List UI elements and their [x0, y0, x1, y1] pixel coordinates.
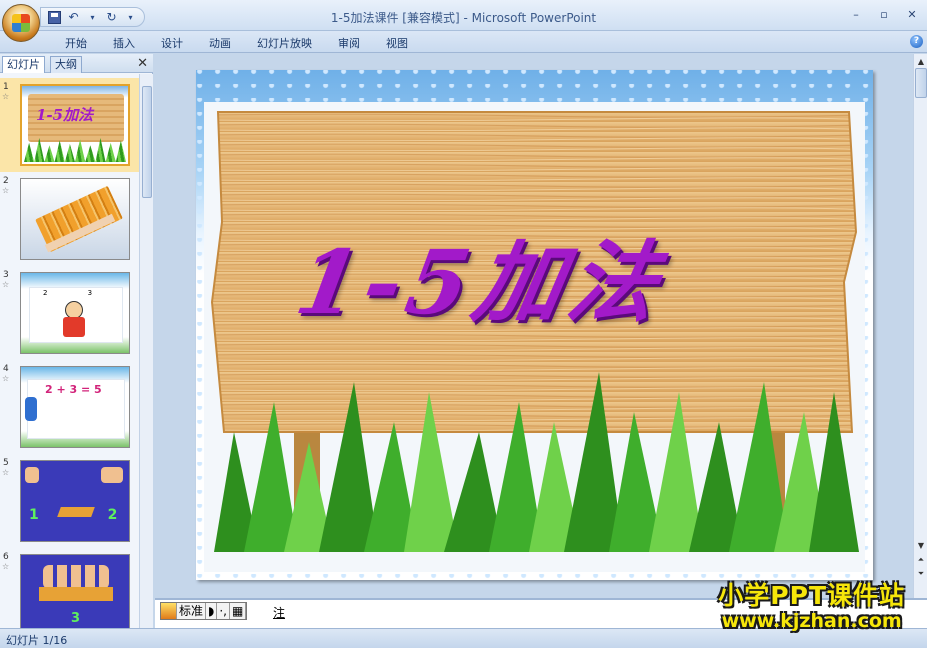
slide-thumbnail-6[interactable]: 6 ☆ 3: [0, 548, 139, 628]
thumbnail-title: 1-5加法: [36, 106, 94, 124]
window-controls: – ▫ ✕: [845, 6, 923, 22]
thumbnail-preview: 1 2: [20, 460, 130, 542]
slide-scrollbar[interactable]: ▲ ▼ ⏶ ⏷: [913, 54, 927, 598]
slide-thumbnail-2[interactable]: 2 ☆: [0, 172, 139, 266]
animation-star-icon: ☆: [2, 92, 10, 101]
minimize-button[interactable]: –: [845, 6, 867, 22]
thumbnail-number: 6: [3, 552, 9, 562]
restore-button[interactable]: ▫: [873, 6, 895, 22]
thumbnail-preview: 2 3: [20, 272, 130, 354]
thumbnail-number: 5: [3, 458, 9, 468]
scrollbar-thumb[interactable]: [915, 68, 927, 98]
animation-star-icon: ☆: [2, 468, 10, 477]
ime-mode[interactable]: 标准: [177, 603, 207, 619]
previous-slide-icon[interactable]: ⏶: [915, 554, 927, 566]
tab-slideshow[interactable]: 幻灯片放映: [244, 35, 325, 51]
half-width-icon[interactable]: ◗: [206, 603, 218, 619]
window-title: 1-5加法课件 [兼容模式] - Microsoft PowerPoint: [330, 11, 597, 25]
watermark-title: 小学PPT课件站: [718, 581, 905, 610]
close-button[interactable]: ✕: [901, 6, 923, 22]
slide-thumbnail-3[interactable]: 3 ☆ 2 3: [0, 266, 139, 360]
tab-review[interactable]: 审阅: [325, 35, 373, 51]
thumbnail-number-text: 3: [71, 611, 81, 626]
next-slide-icon[interactable]: ⏷: [915, 568, 927, 580]
thumbnail-number: 3: [3, 270, 9, 280]
help-icon[interactable]: ?: [910, 35, 923, 48]
scroll-up-icon[interactable]: ▲: [915, 56, 927, 68]
thumbnail-text: 2 3: [43, 289, 93, 297]
scroll-down-icon[interactable]: ▼: [915, 540, 927, 552]
office-logo-icon: [12, 14, 30, 32]
slides-panel: 幻灯片 大纲 ✕ 1 ☆ 1-5加法 2 ☆ 3 ☆ 2 3 4 ☆ 2 + 3…: [0, 54, 153, 628]
title-bar: ↶ ▾ ↻ ▾ 1-5加法课件 [兼容模式] - Microsoft Power…: [0, 0, 927, 31]
slide-thumbnail-5[interactable]: 5 ☆ 1 2: [0, 454, 139, 548]
slide-editing-area: 1-5加法: [155, 54, 913, 598]
animation-star-icon: ☆: [2, 374, 10, 383]
thumbnail-preview: 1-5加法: [20, 84, 130, 166]
animation-star-icon: ☆: [2, 280, 10, 289]
tab-design[interactable]: 设计: [148, 35, 196, 51]
thumbnail-numbers: 1 2: [29, 507, 118, 523]
thumbnail-equation: 2 + 3 = 5: [45, 383, 102, 396]
watermark: 小学PPT课件站 www.kjzhan.com: [718, 581, 905, 633]
tab-insert[interactable]: 插入: [100, 35, 148, 51]
thumbnail-number: 4: [3, 364, 9, 374]
scrollbar-thumb[interactable]: [142, 86, 152, 198]
slide-canvas[interactable]: 1-5加法: [196, 70, 873, 580]
tab-animations[interactable]: 动画: [196, 35, 244, 51]
thumbnail-preview: 3: [20, 554, 130, 628]
tab-outline[interactable]: 大纲: [50, 56, 82, 73]
panel-tabs: 幻灯片 大纲 ✕: [0, 54, 153, 73]
slide-title[interactable]: 1-5加法: [288, 212, 675, 339]
thumbnail-number: 1: [3, 82, 9, 92]
soft-keyboard-icon[interactable]: ▦: [230, 603, 247, 619]
animation-star-icon: ☆: [2, 562, 10, 571]
ribbon-tabs: 开始 插入 设计 动画 幻灯片放映 审阅 视图 ?: [0, 31, 927, 53]
thumbnail-number: 2: [3, 176, 9, 186]
tab-view[interactable]: 视图: [373, 35, 421, 51]
notes-text[interactable]: 注: [273, 604, 285, 621]
thumbnail-preview: 2 + 3 = 5: [20, 366, 130, 448]
slide-thumbnail-4[interactable]: 4 ☆ 2 + 3 = 5: [0, 360, 139, 454]
slide-frame: 1-5加法: [204, 102, 865, 572]
slide-thumbnail-1[interactable]: 1 ☆ 1-5加法: [0, 78, 139, 172]
punctuation-icon[interactable]: ·,: [217, 603, 230, 619]
close-panel-icon[interactable]: ✕: [137, 56, 148, 71]
tab-home[interactable]: 开始: [52, 35, 100, 51]
thumbnail-scrollbar[interactable]: [139, 74, 153, 628]
slide-position: 幻灯片 1/16: [6, 634, 68, 647]
thumbnail-preview: [20, 178, 130, 260]
ime-toolbar[interactable]: 标准 ◗ ·, ▦: [160, 602, 248, 620]
office-button[interactable]: [2, 4, 40, 42]
tab-slides[interactable]: 幻灯片: [2, 56, 45, 73]
watermark-url: www.kjzhan.com: [721, 610, 902, 632]
thumbnail-list: 1 ☆ 1-5加法 2 ☆ 3 ☆ 2 3 4 ☆ 2 + 3 = 5 5 ☆ …: [0, 74, 139, 628]
ime-logo-icon[interactable]: [161, 603, 177, 619]
animation-star-icon: ☆: [2, 186, 10, 195]
